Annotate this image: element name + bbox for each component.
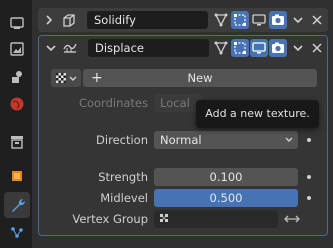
- coordinates-label: Coordinates: [78, 96, 148, 110]
- render-camera-icon[interactable]: [269, 11, 287, 29]
- modifier-panel: Solidify Displace + New Coordinates Loca…: [32, 0, 333, 248]
- chevron-down-icon[interactable]: [289, 11, 307, 29]
- midlevel-label: Midlevel: [100, 191, 148, 205]
- new-texture-button[interactable]: + New: [83, 69, 317, 87]
- close-icon[interactable]: [308, 39, 326, 57]
- direction-label: Direction: [96, 133, 148, 147]
- displace-modifier-icon: [61, 39, 79, 60]
- modifier-header-displace[interactable]: Displace: [39, 36, 327, 60]
- tooltip: Add a new texture.: [196, 100, 319, 128]
- solidify-modifier-icon: [60, 11, 78, 32]
- object-icon[interactable]: [8, 167, 26, 185]
- edit-cage-vertex-icon[interactable]: [212, 11, 230, 29]
- chevron-down-icon[interactable]: [45, 42, 57, 57]
- vertex-group-label: Vertex Group: [72, 212, 148, 226]
- modifier-box-displace: Displace + New Coordinates Local Directi…: [38, 35, 328, 236]
- world-icon[interactable]: [8, 95, 26, 113]
- viewport-display-icon[interactable]: [250, 11, 268, 29]
- vertex-group-field[interactable]: [154, 210, 278, 228]
- keyframe-dot[interactable]: [307, 138, 311, 142]
- view-layer-icon[interactable]: [8, 68, 26, 86]
- midlevel-slider[interactable]: 0.500: [154, 189, 298, 207]
- strength-slider[interactable]: 0.100: [154, 168, 298, 186]
- chevron-right-icon[interactable]: [44, 14, 54, 29]
- direction-dropdown[interactable]: Normal: [154, 131, 298, 149]
- properties-tab-strip: [0, 0, 32, 248]
- chevron-down-icon: [284, 131, 294, 154]
- output-icon[interactable]: [8, 40, 26, 58]
- edit-mode-icon[interactable]: [231, 39, 249, 57]
- modifier-name-field[interactable]: Solidify: [87, 11, 208, 29]
- chevron-down-icon[interactable]: [289, 39, 307, 57]
- modifier-header-solidify[interactable]: Solidify: [38, 8, 328, 32]
- invert-arrows-icon[interactable]: [283, 212, 301, 229]
- render-icon[interactable]: [8, 14, 26, 32]
- modifier-name-field[interactable]: Displace: [88, 39, 209, 57]
- keyframe-dot[interactable]: [307, 196, 311, 200]
- checker-texture-icon: [56, 73, 77, 83]
- viewport-display-icon[interactable]: [250, 39, 268, 57]
- particles-icon[interactable]: [8, 224, 26, 242]
- modifier-wrench-icon[interactable]: [4, 192, 30, 218]
- plus-icon: +: [91, 70, 103, 86]
- edit-cage-vertex-icon[interactable]: [212, 39, 230, 57]
- edit-mode-icon[interactable]: [231, 11, 249, 29]
- close-icon[interactable]: [308, 11, 326, 29]
- keyframe-dot[interactable]: [307, 175, 311, 179]
- texture-browse-button[interactable]: [51, 69, 81, 87]
- strength-label: Strength: [98, 170, 148, 184]
- vertex-group-icon: [158, 212, 172, 231]
- render-camera-icon[interactable]: [269, 39, 287, 57]
- collection-icon[interactable]: [8, 133, 26, 151]
- coordinates-dropdown[interactable]: Local: [154, 94, 202, 112]
